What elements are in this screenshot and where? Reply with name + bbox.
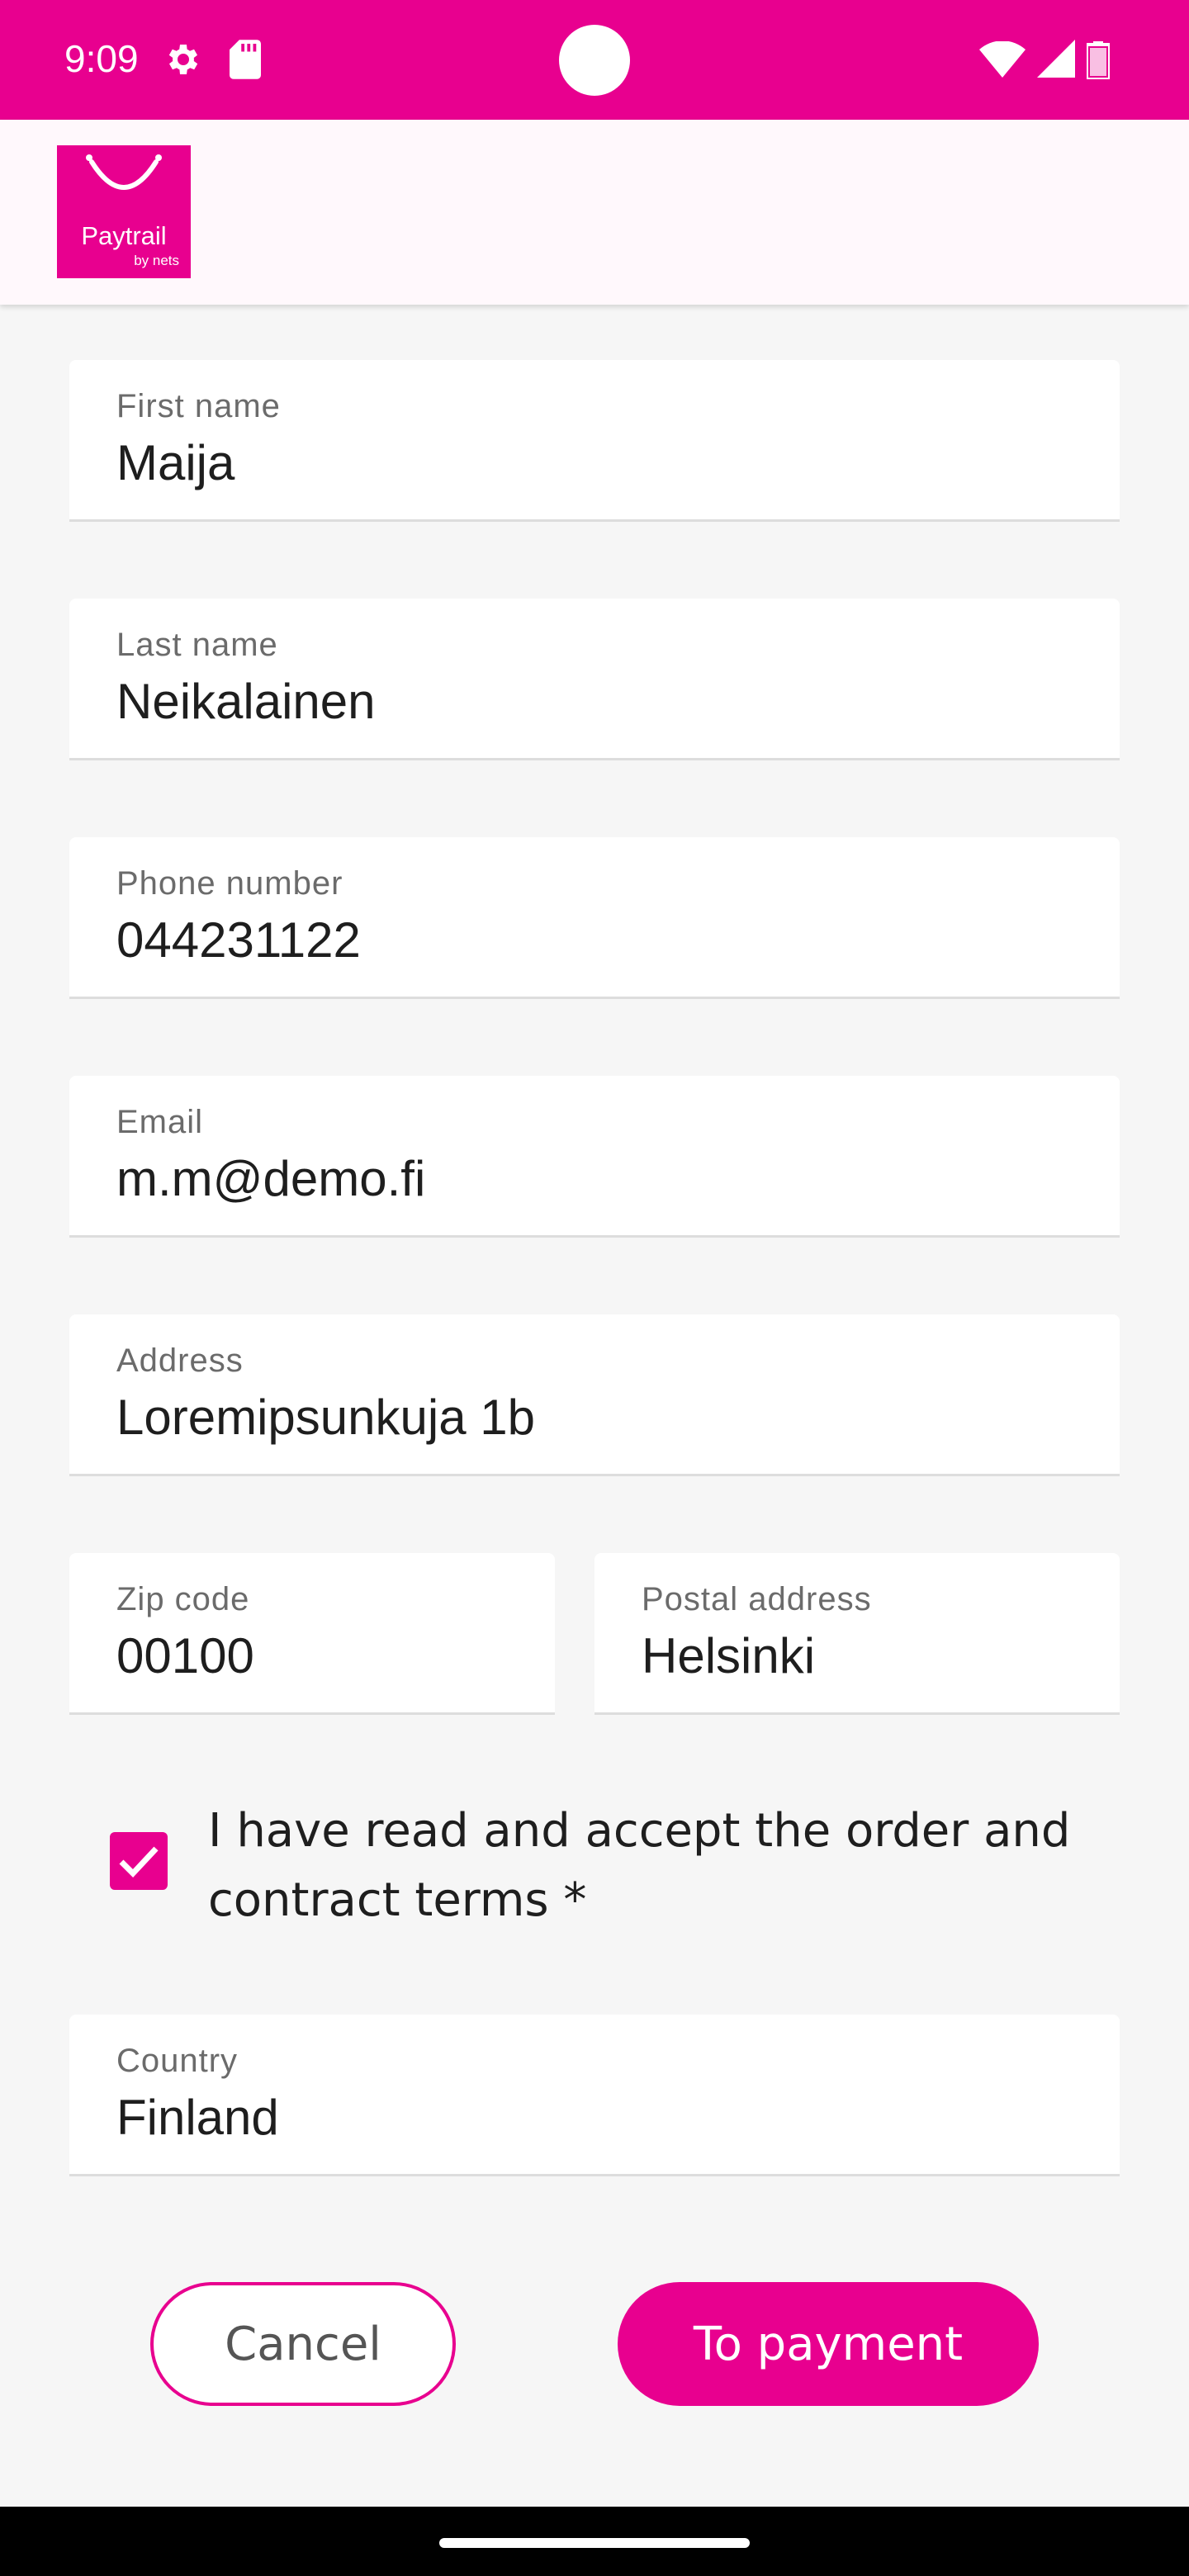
status-bar: 9:09 <box>0 0 1189 120</box>
settings-gear-icon <box>168 45 198 74</box>
zip-code-field[interactable]: Zip code 00100 <box>69 1553 555 1715</box>
country-field[interactable]: Country Finland <box>69 2015 1120 2176</box>
address-label: Address <box>116 1342 244 1379</box>
terms-checkbox[interactable] <box>110 1832 168 1890</box>
status-time: 9:09 <box>64 37 139 80</box>
last-name-input[interactable]: Neikalainen <box>116 673 376 730</box>
checkmark-icon <box>119 1846 159 1878</box>
first-name-field[interactable]: First name Maija <box>69 360 1120 522</box>
paytrail-logo: Paytrail by nets <box>57 145 191 278</box>
email-input[interactable]: m.m@demo.fi <box>116 1150 425 1207</box>
battery-icon <box>1087 41 1110 79</box>
first-name-input[interactable]: Maija <box>116 434 234 491</box>
email-field[interactable]: Email m.m@demo.fi <box>69 1076 1120 1238</box>
email-label: Email <box>116 1104 204 1140</box>
home-gesture-handle[interactable] <box>439 2538 750 2548</box>
last-name-field[interactable]: Last name Neikalainen <box>69 599 1120 760</box>
postal-address-label: Postal address <box>642 1581 872 1617</box>
logo-wordmark: Paytrail <box>81 221 167 250</box>
country-input[interactable]: Finland <box>116 2089 279 2146</box>
country-label: Country <box>116 2043 239 2079</box>
last-name-label: Last name <box>116 627 278 663</box>
postal-address-input[interactable]: Helsinki <box>642 1627 815 1684</box>
terms-label[interactable]: I have read and accept the order and con… <box>208 1797 1125 1935</box>
zip-code-label: Zip code <box>116 1581 250 1617</box>
camera-cutout <box>559 25 630 96</box>
cell-signal-icon <box>1037 40 1075 78</box>
zip-code-input[interactable]: 00100 <box>116 1627 254 1684</box>
postal-address-field[interactable]: Postal address Helsinki <box>594 1553 1120 1715</box>
cancel-button[interactable]: Cancel <box>150 2282 456 2406</box>
wifi-icon <box>979 41 1026 78</box>
address-input[interactable]: Loremipsunkuja 1b <box>116 1389 535 1446</box>
system-navigation-bar <box>0 2507 1189 2576</box>
first-name-label: First name <box>116 388 281 424</box>
address-field[interactable]: Address Loremipsunkuja 1b <box>69 1314 1120 1476</box>
shopping-bag-smile-icon <box>86 154 162 190</box>
logo-subtext: by nets <box>134 253 179 268</box>
sd-card-icon <box>230 40 261 79</box>
phone-number-label: Phone number <box>116 865 343 902</box>
phone-number-input[interactable]: 044231122 <box>116 912 361 968</box>
phone-number-field[interactable]: Phone number 044231122 <box>69 837 1120 999</box>
to-payment-button[interactable]: To payment <box>618 2282 1039 2406</box>
app-bar: Paytrail by nets <box>0 120 1189 305</box>
